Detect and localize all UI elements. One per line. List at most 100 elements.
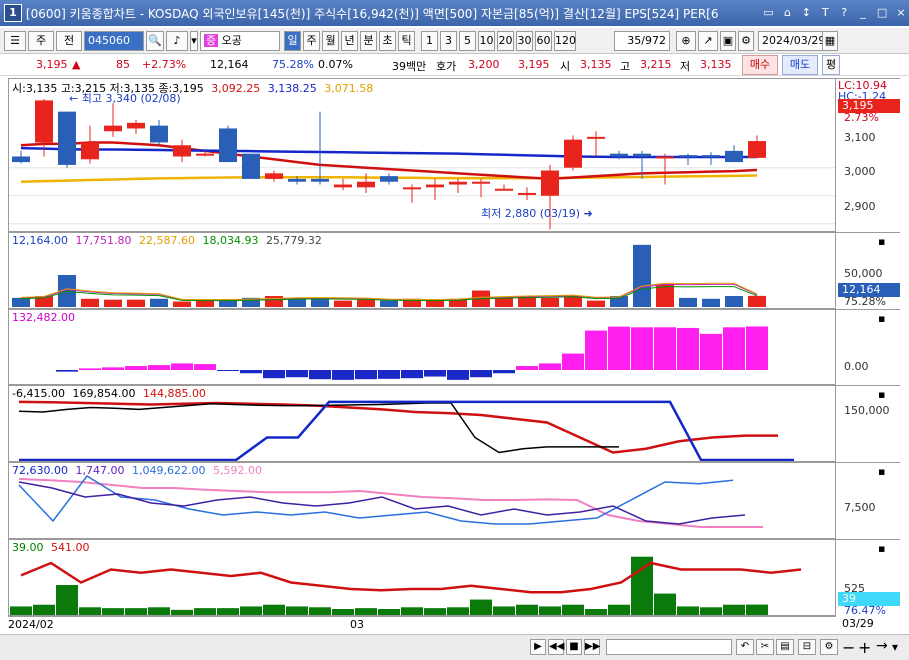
pane-close-icon[interactable]: ▪: [878, 542, 890, 555]
osc-legend-4: 5,592.00: [212, 464, 262, 477]
minimize-icon[interactable]: _: [855, 5, 871, 21]
interval-button-10[interactable]: 10: [478, 31, 495, 51]
institution-legend: 132,482.00: [12, 311, 79, 324]
interval-button-1[interactable]: 1: [421, 31, 438, 51]
help-icon[interactable]: ?: [836, 5, 852, 21]
arrow-right-icon[interactable]: →: [876, 638, 888, 654]
window-number[interactable]: 1: [4, 4, 22, 22]
play-forward-icon[interactable]: ▶▶: [584, 639, 600, 655]
rsi-pane[interactable]: 39.00 541.00: [8, 539, 836, 616]
institution-bar: [493, 370, 515, 374]
foreign-pane[interactable]: -6,415.00 169,854.00 144,885.00: [8, 385, 836, 462]
code-input[interactable]: 045060: [84, 31, 144, 51]
up-arrow-icon: ▲: [72, 58, 81, 71]
oscillator-pane[interactable]: 72,630.00 1,747.00 1,049,622.00 5,592.00: [8, 462, 836, 539]
interval-button-20[interactable]: 20: [497, 31, 514, 51]
pane-close-icon[interactable]: ▪: [878, 388, 890, 401]
scissors-icon[interactable]: ✂: [756, 639, 774, 655]
institution-bar: [470, 370, 492, 378]
timeframe-button-3[interactable]: 년: [341, 31, 358, 51]
pane-close-icon[interactable]: ▪: [878, 235, 890, 248]
close-icon[interactable]: ×: [893, 5, 909, 21]
window-title: [0600] 키움종합차트 - KOSDAQ 외국인보유[145(천)] 주식수…: [25, 6, 719, 21]
crosshair-icon[interactable]: ⊕: [676, 31, 696, 51]
save-icon[interactable]: ▣: [720, 31, 736, 51]
institution-bar: [539, 363, 561, 370]
zoom-out-small-icon[interactable]: ⊟: [798, 639, 816, 655]
all-select[interactable]: 전: [56, 31, 82, 51]
stock-name: 오공: [221, 34, 242, 47]
timeframe-button-2[interactable]: 월: [322, 31, 339, 51]
code-dropdown-icon[interactable]: ▾: [190, 31, 198, 51]
candle-body: [242, 153, 260, 179]
calendar-icon[interactable]: ▦: [822, 31, 838, 51]
institution-bar: [263, 370, 285, 379]
play-back-icon[interactable]: ◀◀: [548, 639, 564, 655]
trend-icon[interactable]: ↗: [698, 31, 718, 51]
period-select[interactable]: 주: [28, 31, 54, 51]
volume-pane[interactable]: 12,164.00 17,751.80 22,587.60 18,034.93 …: [8, 232, 836, 309]
interval-button-120[interactable]: 120: [554, 31, 576, 51]
pane-close-icon[interactable]: ▪: [878, 465, 890, 478]
timeframe-button-4[interactable]: 분: [360, 31, 377, 51]
candle-body: [265, 173, 283, 179]
interval-button-3[interactable]: 3: [440, 31, 457, 51]
settings-icon[interactable]: ⚙: [820, 639, 838, 655]
institution-bar: [102, 367, 124, 370]
screen-link-icon[interactable]: ⌂: [780, 5, 796, 21]
foreign-tick: 150,000: [844, 404, 890, 417]
ask-price: 3,200: [468, 58, 500, 71]
count-field[interactable]: 35/972: [614, 31, 670, 51]
sell-button[interactable]: 매도: [782, 55, 818, 75]
interval-button-30[interactable]: 30: [516, 31, 533, 51]
buy-button[interactable]: 매수: [742, 55, 778, 75]
interval-button-5[interactable]: 5: [459, 31, 476, 51]
institution-pane[interactable]: 132,482.00: [8, 309, 836, 385]
volume-bar: [334, 300, 352, 307]
timeframe-button-0[interactable]: 일: [284, 31, 301, 51]
maximize-icon[interactable]: □: [874, 5, 890, 21]
timeframe-button-5[interactable]: 초: [379, 31, 396, 51]
gear-icon[interactable]: ⚙: [738, 31, 754, 51]
timeframe-button-1[interactable]: 주: [303, 31, 320, 51]
candle-body: [748, 141, 766, 158]
institution-bar: [677, 327, 699, 370]
undo-icon[interactable]: ↶: [736, 639, 754, 655]
interval-button-60[interactable]: 60: [535, 31, 552, 51]
chart-icon[interactable]: ▤: [776, 639, 794, 655]
search-icon[interactable]: 🔍: [146, 31, 164, 51]
font-size-icon[interactable]: T: [817, 5, 833, 21]
stock-name-field[interactable]: 증 오공: [200, 31, 280, 51]
dropdown-icon[interactable]: ▾: [892, 640, 898, 654]
low-price: 3,135: [700, 58, 732, 71]
chart-scrollbar[interactable]: [606, 639, 732, 655]
zoom-in-icon[interactable]: +: [858, 638, 871, 657]
stop-icon[interactable]: ■: [566, 639, 582, 655]
window-menu-icon[interactable]: ▭: [761, 5, 777, 21]
price-chart-pane[interactable]: 시:3,135 고:3,215 저:3,135 종:3,195 3,092.25…: [8, 78, 836, 232]
pane-close-icon[interactable]: ▪: [878, 312, 890, 325]
timeframe-button-6[interactable]: 틱: [398, 31, 415, 51]
foreign-legend-3: 144,885.00: [142, 387, 206, 400]
sound-icon[interactable]: ♪: [166, 31, 188, 51]
tools-button[interactable]: ☰: [4, 31, 26, 51]
pin-icon[interactable]: ↕: [798, 5, 814, 21]
institution-bar: [125, 366, 147, 370]
institution-chart: [56, 326, 768, 380]
volume-bar: [748, 295, 766, 307]
institution-bar: [723, 327, 745, 370]
volume-legend-4: 18,034.93: [202, 234, 259, 247]
candle-body: [564, 139, 582, 168]
volume-bar: [633, 244, 651, 307]
rsi-bar: [539, 606, 561, 615]
rsi-bar: [263, 604, 285, 615]
rsi-bar: [516, 604, 538, 615]
candle-body: [380, 176, 398, 182]
osc-legend-2: 1,747.00: [75, 464, 125, 477]
eval-button[interactable]: 평: [822, 55, 840, 75]
scroll-right-icon[interactable]: ▶: [530, 639, 546, 655]
institution-bar: [332, 370, 354, 380]
rsi-bar: [470, 599, 492, 615]
volume-bar: [587, 300, 605, 307]
zoom-out-icon[interactable]: −: [842, 638, 855, 657]
